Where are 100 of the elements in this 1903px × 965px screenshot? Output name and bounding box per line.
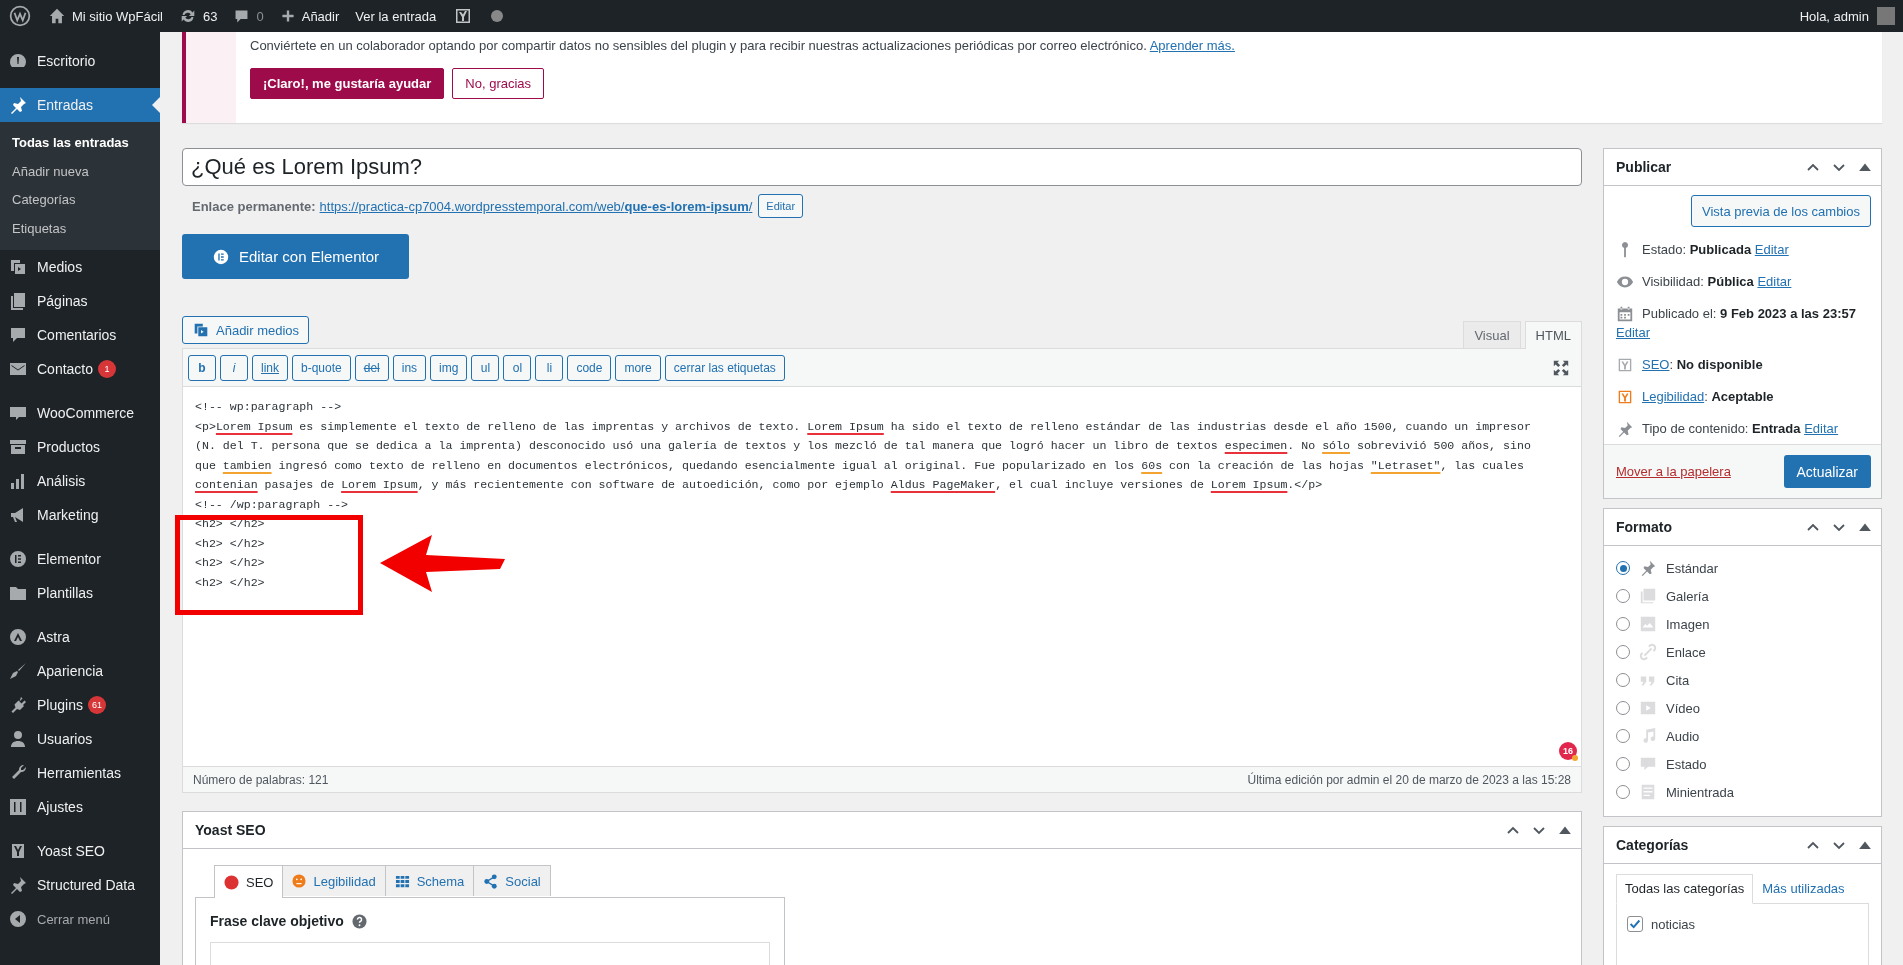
sidebar-menu-item[interactable]: Comentarios (0, 318, 160, 352)
sidebar-menu-item[interactable]: Structured Data (0, 868, 160, 902)
trash-link[interactable]: Mover a la papelera (1616, 464, 1731, 479)
decline-button[interactable]: No, gracias (452, 68, 545, 99)
submenu-item[interactable]: Categorías (0, 186, 160, 215)
toolbar-button[interactable]: li (535, 354, 564, 381)
category-tab[interactable]: Más utilizadas (1753, 874, 1854, 903)
format-radio[interactable] (1616, 673, 1630, 687)
format-radio[interactable] (1616, 645, 1630, 659)
submenu-item[interactable]: Todas las entradas (0, 129, 160, 158)
sidebar-menu-item[interactable]: Plantillas (0, 576, 160, 610)
editor-tab[interactable]: HTML (1524, 321, 1582, 349)
format-radio[interactable] (1616, 729, 1630, 743)
site-name-link[interactable]: Mi sitio WpFácil (40, 0, 171, 32)
toolbar-button[interactable]: link (252, 354, 288, 381)
yoast-tab[interactable]: Schema (385, 865, 475, 896)
toolbar-button[interactable]: more (615, 354, 661, 381)
format-radio[interactable] (1616, 561, 1630, 575)
code-line: que tambien ingresó como texto de relleno en documentos electrónicos, quedando esencialmente igual al original. Fue popularizado en los 60s con la creación de las hojas "Letraset", las cuales (195, 457, 1524, 474)
sidebar-menu-item[interactable]: WooCommerce (0, 396, 160, 430)
elementor-button[interactable]: Editar con Elementor (182, 234, 409, 279)
post-title-field[interactable]: ¿Qué es Lorem Ipsum? (182, 148, 1582, 186)
sidebar-menu-item[interactable]: Yoast SEO (0, 834, 160, 868)
speech-bubble-icon (8, 325, 28, 345)
plus-icon (279, 8, 296, 24)
format-radio[interactable] (1616, 757, 1630, 771)
toolbar-button[interactable]: del (354, 354, 389, 381)
toolbar-button[interactable]: ins (392, 354, 427, 381)
notification-badge: 16 (1559, 742, 1577, 760)
update-button[interactable]: Actualizar (1783, 455, 1871, 488)
toolbar-button[interactable]: i (220, 354, 248, 381)
sidebar-menu-item[interactable]: Ajustes (0, 790, 160, 824)
submenu-item[interactable]: Añadir nueva (0, 157, 160, 186)
yoast-tab[interactable]: Social (474, 865, 551, 896)
category-label: noticias (1651, 916, 1696, 932)
category-tab[interactable]: Todas las categorías (1616, 874, 1754, 904)
sidebar-menu-item[interactable]: Contacto 1 (0, 352, 160, 386)
format-label: Vídeo (1666, 700, 1700, 716)
pages-icon (8, 291, 28, 311)
category-checkbox[interactable] (1627, 916, 1643, 932)
word-count: Número de palabras: 121 (193, 772, 329, 787)
toolbar-button[interactable]: b (188, 354, 216, 381)
preview-button[interactable]: Vista previa de los cambios (1691, 195, 1871, 227)
format-radio[interactable] (1616, 701, 1630, 715)
sidebar-menu-item[interactable]: Entradas (0, 88, 160, 122)
publish-setting-text: SEO: No disponible (1642, 356, 1763, 374)
sidebar-menu-item[interactable]: Usuarios (0, 722, 160, 756)
keyphrase-label: Frase clave objetivo (210, 913, 344, 929)
collapse-menu-button[interactable]: Cerrar menú (0, 902, 160, 936)
sidebar-menu-item[interactable]: Escritorio (0, 44, 160, 78)
count-badge: 61 (87, 696, 106, 714)
code-line: (N. del T. persona que se dedica a la imprenta) desconocido usó una galería de textos y los mezcló de tal manera que logró hacer un libro de textos especimen. No sólo sobrevivió 500 años, sino (195, 438, 1531, 454)
speech-bubble-icon (1639, 755, 1657, 773)
pin-icon (1639, 559, 1657, 577)
greeting-link[interactable]: Hola, admin (1791, 0, 1877, 32)
edit-permalink-button[interactable]: Editar (758, 194, 804, 218)
sidebar-menu-item[interactable]: Medios (0, 250, 160, 284)
status-dot-icon (491, 10, 504, 22)
sidebar-menu-item[interactable]: Plugins 61 (0, 688, 160, 722)
sidebar-menu-item[interactable]: Herramientas (0, 756, 160, 790)
last-edit-text: Última edición por admin el 20 de marzo de 2023 a las 15:28 (1247, 772, 1571, 787)
edit-link[interactable]: Editar (1616, 325, 1650, 340)
edit-link[interactable]: Editar (1754, 242, 1789, 257)
toolbar-button[interactable]: img (430, 354, 468, 381)
help-icon[interactable] (351, 913, 367, 929)
edit-link[interactable]: Editar (1757, 274, 1792, 289)
yoast-tab[interactable]: SEO (214, 865, 284, 898)
toolbar-button[interactable]: cerrar las etiquetas (664, 354, 785, 381)
format-radio[interactable] (1616, 589, 1630, 603)
edit-link[interactable]: Editar (1804, 421, 1839, 436)
toolbar-button[interactable]: ul (471, 354, 500, 381)
add-new-link[interactable]: Añadir (271, 0, 348, 32)
code-line: <h2> </h2> (195, 516, 265, 532)
view-post-link[interactable]: Ver la entrada (347, 0, 445, 32)
sidebar-menu-item[interactable]: Productos (0, 430, 160, 464)
toolbar-button[interactable]: code (567, 354, 612, 381)
updates-link[interactable]: 63 (171, 0, 226, 32)
sidebar-menu-item[interactable]: Análisis (0, 464, 160, 498)
calendar-icon (1616, 305, 1634, 323)
editor-tab[interactable]: Visual (1463, 321, 1521, 348)
accept-button[interactable]: ¡Claro!, me gustaría ayudar (250, 68, 445, 99)
format-radio[interactable] (1616, 785, 1630, 799)
learn-more-link[interactable]: Aprender más. (1149, 38, 1235, 53)
submenu-item[interactable]: Etiquetas (0, 214, 160, 243)
permalink-link[interactable]: https://practica-cp7004.wordpresstemporal.com/web/que-es-lorem-ipsum/ (319, 198, 753, 214)
sidebar-menu-item[interactable]: Apariencia (0, 654, 160, 688)
format-radio[interactable] (1616, 617, 1630, 631)
toolbar-button[interactable]: b-quote (292, 354, 351, 381)
publish-setting-text: Estado: Publicada Editar (1642, 241, 1789, 259)
toolbar-button[interactable]: ol (503, 354, 532, 381)
sidebar-menu-item[interactable]: Marketing (0, 498, 160, 532)
circle-lines-icon (8, 549, 28, 569)
yoast-tab[interactable]: Legibilidad (283, 865, 386, 896)
fullscreen-icon[interactable] (1552, 358, 1570, 377)
comments-link[interactable]: 0 (225, 0, 272, 32)
sidebar-menu-item[interactable]: Páginas (0, 284, 160, 318)
add-media-button[interactable]: Añadir medios (182, 316, 310, 344)
video-icon (1639, 699, 1657, 717)
sidebar-menu-item[interactable]: Astra (0, 620, 160, 654)
sidebar-menu-item[interactable]: Elementor (0, 542, 160, 576)
